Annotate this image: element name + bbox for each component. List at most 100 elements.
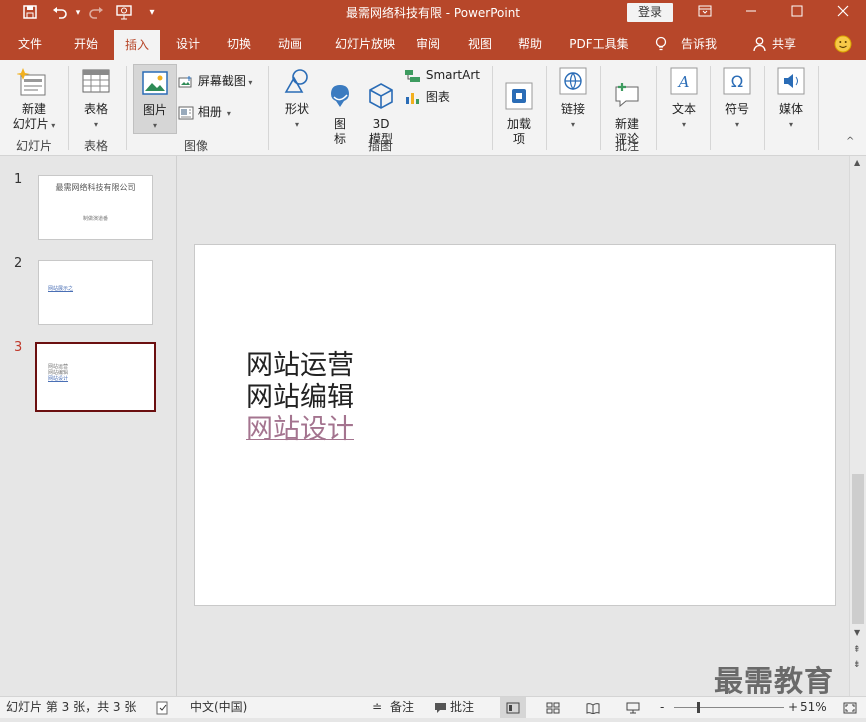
symbols-button[interactable]: Ω 符号 ▾ (717, 66, 757, 132)
addins-icon (505, 82, 533, 110)
scroll-up-icon[interactable]: ▲ (854, 158, 860, 167)
scrollbar-thumb[interactable] (852, 474, 864, 624)
previous-slide-icon[interactable]: ⇞ (853, 646, 861, 655)
smartart-button[interactable]: SmartArt (404, 68, 484, 83)
slide-number: 3 (14, 340, 23, 355)
chart-icon (406, 92, 419, 104)
group-divider (710, 66, 711, 150)
tab-home[interactable]: 开始 (64, 27, 108, 60)
slide-text-line[interactable]: 网站运营 (246, 350, 354, 382)
scroll-down-icon[interactable]: ▼ (854, 628, 860, 637)
ribbon: 新建 幻灯片 ▾ 幻灯片 表格 ▾ 表格 图片 ▾ 屏幕截图 ▾ 相册 ▾ 图像… (0, 60, 866, 174)
symbols-label: 符号 (724, 102, 749, 116)
omega-icon: Ω (723, 67, 751, 95)
text-button[interactable]: A 文本 ▾ (664, 66, 704, 132)
notes-button[interactable]: 备注 (390, 697, 414, 718)
smartart-icon (405, 69, 420, 82)
photo-album-button[interactable]: 相册 ▾ (178, 105, 258, 121)
spellcheck-icon[interactable] (156, 697, 170, 718)
photo-album-label: 相册 (197, 105, 222, 119)
comments-button[interactable]: 批注 (450, 697, 474, 718)
tab-slideshow[interactable]: 幻灯片放映 (322, 27, 408, 60)
tab-insert[interactable]: 插入 (114, 27, 160, 60)
close-icon[interactable] (820, 0, 866, 27)
chart-button[interactable]: 图表 (404, 90, 484, 105)
tab-animations[interactable]: 动画 (268, 27, 312, 60)
shapes-button[interactable]: 形状 ▾ (278, 66, 316, 132)
undo-icon[interactable] (50, 4, 70, 22)
table-icon (82, 69, 110, 93)
slide-sorter-icon[interactable] (546, 697, 560, 718)
tab-pdf-tools[interactable]: PDF工具集 (562, 27, 636, 60)
table-label: 表格 (83, 102, 108, 116)
comments-group-label: 批注 (614, 139, 639, 153)
comments-icon[interactable] (434, 697, 447, 718)
tab-tell-me[interactable]: 告诉我 (676, 27, 722, 60)
ribbon-tabs: 文件 开始 插入 设计 切换 动画 幻灯片放映 审阅 视图 帮助 PDF工具集 … (0, 27, 866, 60)
slide-text-line[interactable]: 网站编辑 (246, 382, 354, 414)
tab-design[interactable]: 设计 (166, 27, 210, 60)
addins-label: 加载 项 (506, 117, 531, 146)
notes-icon[interactable]: ≐ (372, 697, 382, 718)
picture-button[interactable]: 图片 ▾ (133, 64, 177, 134)
new-comment-icon (615, 83, 639, 108)
vertical-scrollbar[interactable]: ▲ ▼ ⇞ ⇟ (849, 156, 866, 696)
thumb-line: 网站设计 (48, 376, 69, 382)
picture-label: 图片 (142, 103, 167, 117)
zoom-slider-thumb[interactable] (697, 702, 700, 713)
collapse-ribbon-icon[interactable]: ^ (846, 136, 854, 147)
slides-group-label: 幻灯片 (15, 139, 52, 153)
tab-view[interactable]: 视图 (458, 27, 502, 60)
slide-hyperlink[interactable]: 网站设计 (246, 414, 354, 446)
slide-thumbnail-1[interactable]: 最需网络科技有限公司 制做演道番 (38, 175, 153, 240)
links-button[interactable]: 链接 ▾ (554, 66, 592, 132)
next-slide-icon[interactable]: ⇟ (853, 661, 861, 670)
screenshot-button[interactable]: 屏幕截图 ▾ (178, 74, 258, 90)
normal-view-icon[interactable] (500, 697, 526, 718)
fit-to-window-icon[interactable] (843, 697, 857, 718)
group-divider (600, 66, 601, 150)
tab-file[interactable]: 文件 (8, 27, 52, 60)
new-slide-button[interactable]: 新建 幻灯片 ▾ (6, 66, 62, 133)
slide-counter: 幻灯片 第 3 张，共 3 张 (6, 700, 137, 714)
zoom-in-button[interactable]: + (788, 697, 798, 718)
redo-icon[interactable] (86, 4, 106, 22)
zoom-out-button[interactable]: - (660, 697, 664, 718)
slide-thumbnail-3[interactable]: 网站运营 网站编辑 网站设计 (35, 342, 156, 412)
person-icon[interactable] (752, 27, 766, 60)
screenshot-icon (178, 75, 192, 87)
ribbon-display-icon[interactable] (682, 0, 728, 27)
tab-transitions[interactable]: 切换 (217, 27, 261, 60)
tables-group-label: 表格 (83, 139, 108, 153)
reading-view-icon[interactable] (586, 697, 600, 718)
tab-review[interactable]: 审阅 (408, 27, 448, 60)
current-slide[interactable]: 网站运营 网站编辑 网站设计 (194, 244, 836, 606)
media-button[interactable]: 媒体 ▾ (771, 66, 811, 132)
slide-number: 1 (14, 172, 23, 187)
lightbulb-icon[interactable] (654, 27, 668, 60)
undo-dropdown-icon[interactable]: ▾ (68, 4, 88, 22)
tab-help[interactable]: 帮助 (508, 27, 552, 60)
share-button[interactable]: 共享 (766, 27, 802, 60)
save-icon[interactable] (20, 4, 40, 22)
login-button[interactable]: 登录 (627, 3, 673, 22)
picture-icon (142, 71, 168, 95)
language-status[interactable]: 中文(中国) (190, 697, 247, 718)
photo-album-icon (178, 106, 194, 119)
table-button[interactable]: 表格 ▾ (74, 66, 118, 132)
minimize-icon[interactable] (728, 0, 774, 27)
svg-text:A: A (677, 73, 690, 91)
zoom-slider[interactable] (674, 707, 784, 708)
slide-thumbnail-2[interactable]: 网站展示之 (38, 260, 153, 325)
zoom-level[interactable]: 51% (800, 697, 827, 718)
text-icon: A (670, 67, 698, 95)
maximize-icon[interactable] (774, 0, 820, 27)
smiley-icon[interactable] (832, 27, 854, 60)
text-label: 文本 (671, 102, 696, 116)
customize-icon[interactable]: ▾ (142, 4, 162, 22)
group-divider (546, 66, 547, 150)
start-presentation-icon[interactable] (114, 4, 134, 22)
cube-icon (369, 83, 393, 109)
slideshow-icon[interactable] (626, 697, 640, 718)
new-slide-label: 新建 幻灯片 (12, 102, 49, 131)
